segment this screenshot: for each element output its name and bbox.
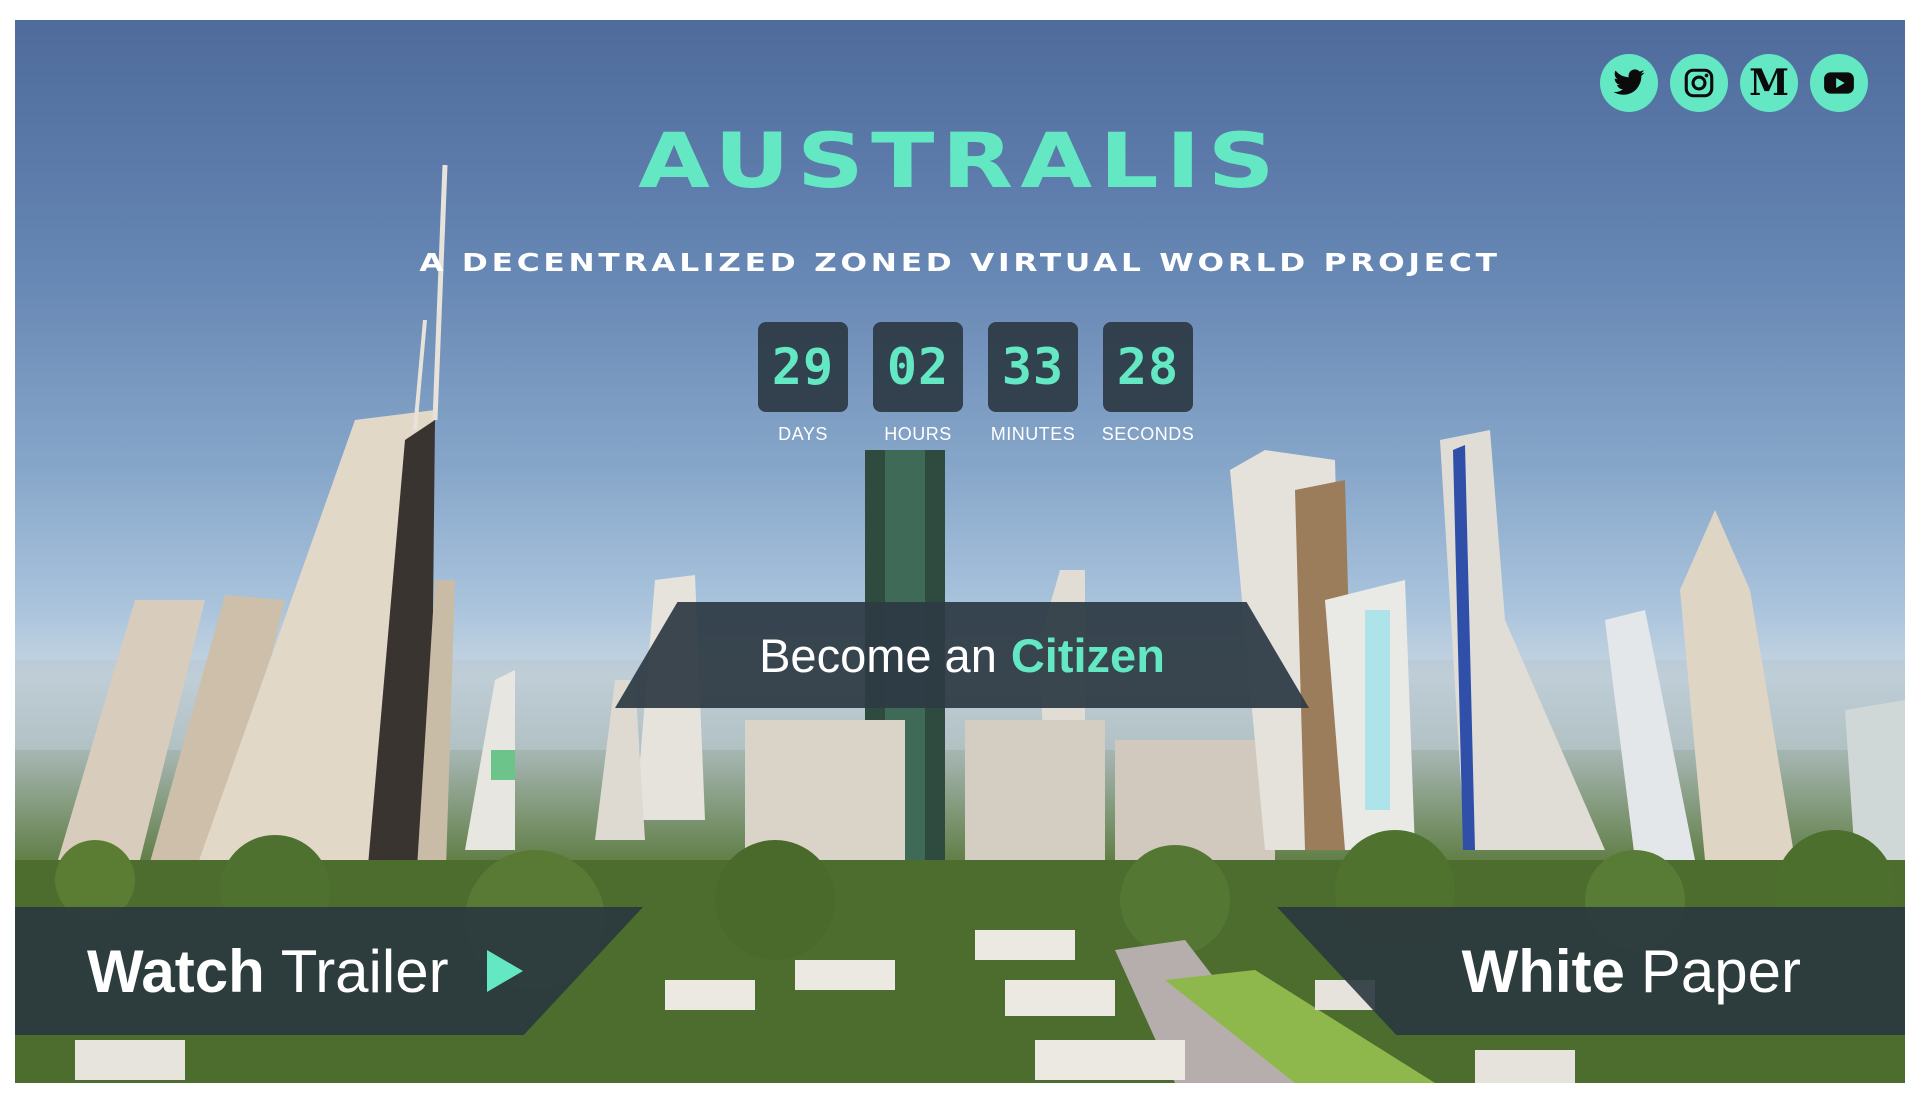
medium-icon: M (1749, 62, 1789, 104)
youtube-icon (1824, 72, 1854, 94)
site-title: AUSTRALIS (638, 116, 1282, 205)
twitter-icon (1613, 69, 1645, 95)
watch-trailer-label: Watch Trailer (87, 937, 449, 1006)
instagram-button[interactable] (1670, 54, 1728, 112)
social-links: M (1600, 54, 1868, 112)
countdown-minutes: 33 MINUTES (987, 322, 1079, 445)
countdown-seconds: 28 SECONDS (1102, 322, 1194, 445)
countdown-days: 29 DAYS (757, 322, 849, 445)
countdown-seconds-label: SECONDS (1101, 424, 1195, 444)
site-subtitle: A DECENTRALIZED ZONED VIRTUAL WORLD PROJ… (419, 248, 1501, 277)
countdown-seconds-value: 28 (1103, 322, 1193, 412)
instagram-icon (1684, 68, 1714, 98)
watch-trailer-bold-text: Watch (87, 937, 265, 1005)
countdown-hours: 02 HOURS (872, 322, 964, 445)
countdown-days-label: DAYS (778, 424, 828, 444)
medium-button[interactable]: M (1740, 54, 1798, 112)
watch-trailer-regular-text: Trailer (280, 937, 449, 1005)
twitter-button[interactable] (1600, 54, 1658, 112)
white-paper-regular-text: Paper (1640, 937, 1801, 1005)
countdown-timer: 29 DAYS 02 HOURS 33 MINUTES 28 SECONDS (757, 322, 1194, 445)
white-paper-bold-text: White (1461, 937, 1625, 1005)
countdown-hours-label: HOURS (884, 424, 952, 444)
hero-section: M AUSTRALIS A DECENTRALIZED ZONED VIRTUA… (15, 20, 1905, 1083)
citizen-accent-text: Citizen (1010, 628, 1165, 682)
countdown-minutes-label: MINUTES (990, 424, 1076, 444)
countdown-minutes-value: 33 (988, 322, 1078, 412)
youtube-button[interactable] (1810, 54, 1868, 112)
become-citizen-button[interactable]: Become an Citizen (615, 602, 1309, 708)
play-icon (486, 950, 523, 992)
citizen-prefix-text: Become an (759, 628, 997, 682)
countdown-hours-value: 02 (873, 322, 963, 412)
countdown-days-value: 29 (758, 322, 848, 412)
white-paper-label: White Paper (1462, 937, 1801, 1006)
